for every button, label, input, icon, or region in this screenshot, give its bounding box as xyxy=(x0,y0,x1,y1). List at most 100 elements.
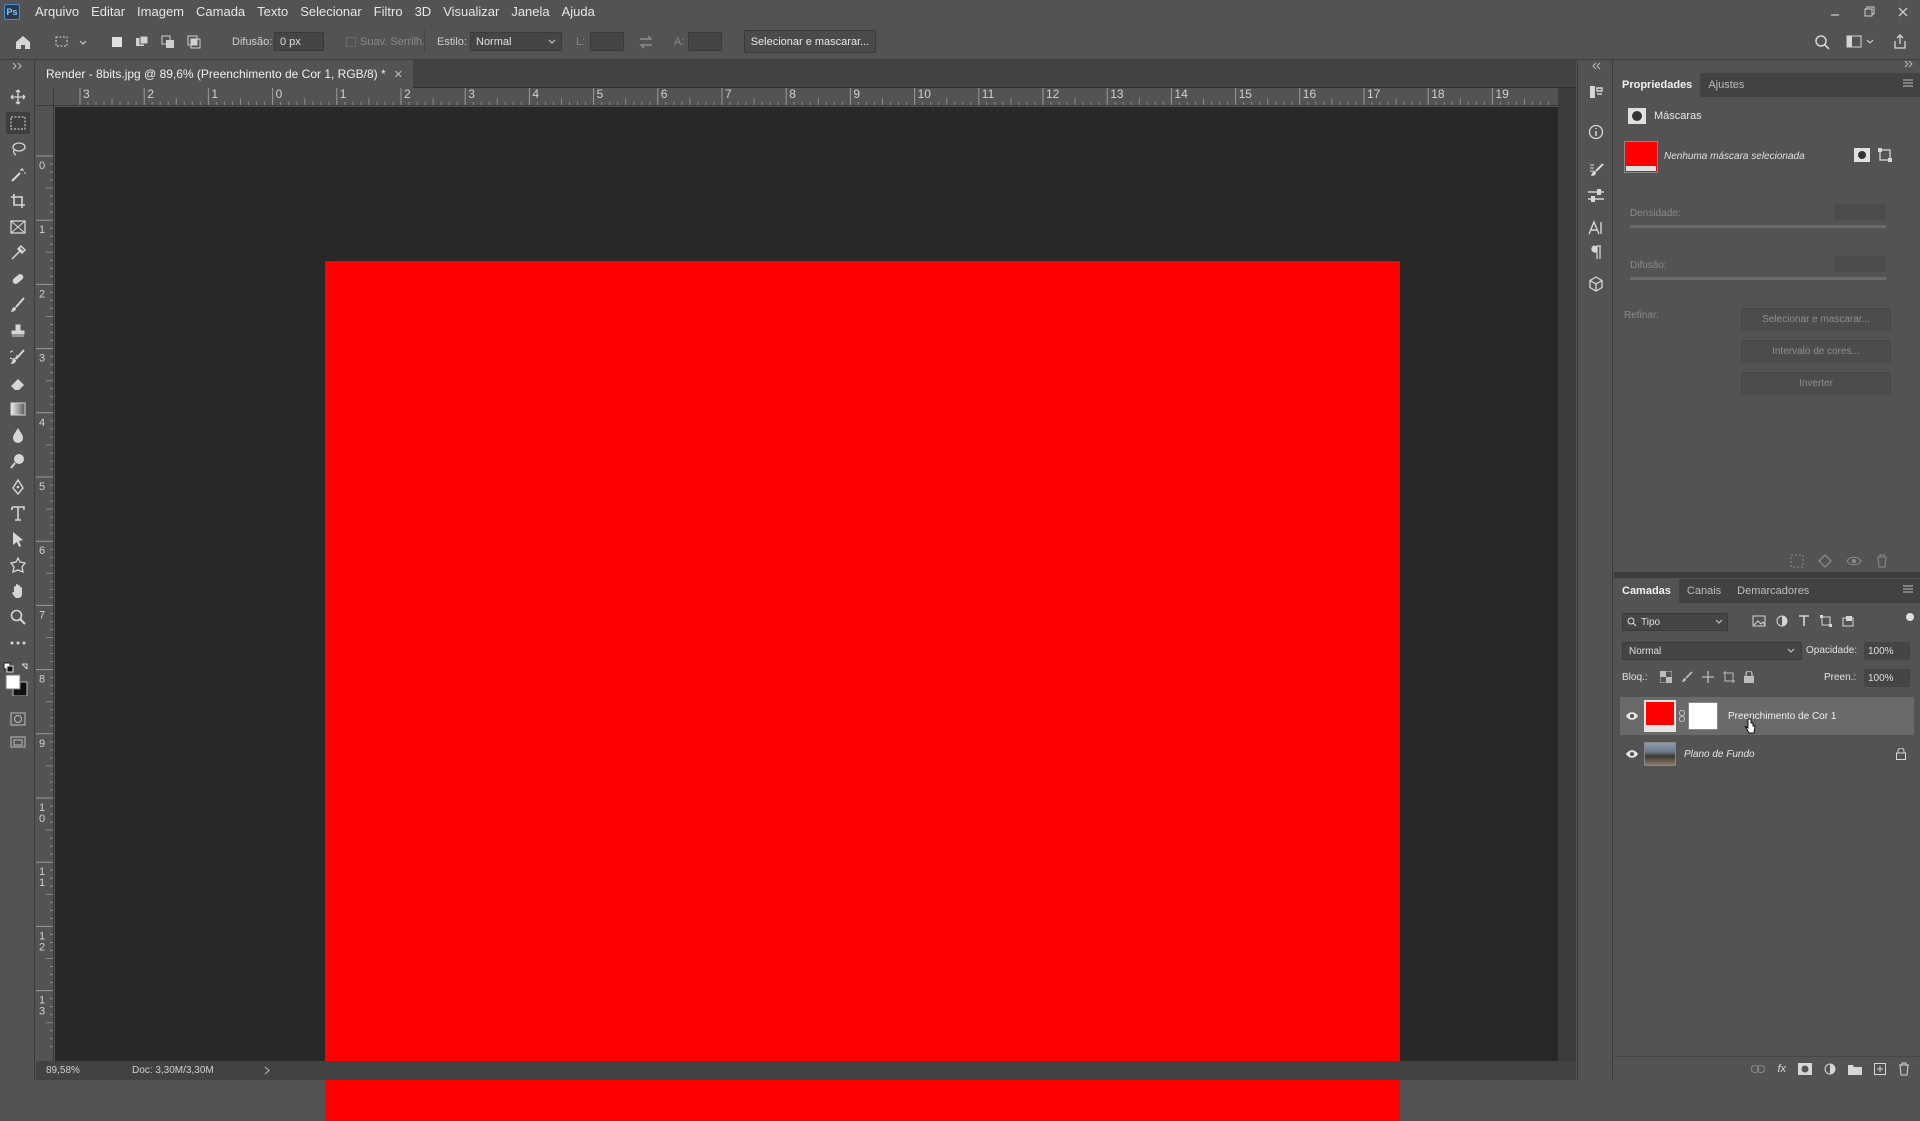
layer-row-background[interactable]: Plano de Fundo xyxy=(1620,735,1914,773)
custom-shape-tool-icon[interactable] xyxy=(6,554,30,576)
menu-imagem[interactable]: Imagem xyxy=(131,0,190,23)
frame-tool-icon[interactable] xyxy=(6,216,30,238)
move-tool-icon[interactable] xyxy=(6,86,30,108)
layer-style-fx-icon[interactable]: fx xyxy=(1777,1063,1786,1075)
lock-transparency-icon[interactable] xyxy=(1660,671,1672,683)
menu-filtro[interactable]: Filtro xyxy=(368,0,409,23)
crop-tool-icon[interactable] xyxy=(6,190,30,212)
swap-icon[interactable] xyxy=(638,23,654,60)
rectangular-marquee-tool-icon[interactable] xyxy=(6,112,30,134)
layer-mask-thumbnail[interactable] xyxy=(1688,702,1718,730)
marquee-preset-icon[interactable] xyxy=(50,23,86,60)
fill-input[interactable]: 100% xyxy=(1864,669,1910,687)
lock-all-icon[interactable] xyxy=(1744,671,1754,683)
3d-icon[interactable] xyxy=(1586,274,1606,294)
clone-stamp-tool-icon[interactable] xyxy=(6,320,30,342)
background-thumbnail[interactable] xyxy=(1644,742,1676,766)
search-icon[interactable] xyxy=(1814,23,1830,60)
new-adjustment-layer-icon[interactable] xyxy=(1824,1063,1836,1075)
density-input[interactable] xyxy=(1834,204,1886,220)
canvas-workspace[interactable] xyxy=(55,107,1558,1121)
zoom-tool-icon[interactable] xyxy=(6,606,30,628)
layer-name[interactable]: Plano de Fundo xyxy=(1684,749,1755,760)
feather-input[interactable]: 0 px xyxy=(274,32,324,51)
menu-selecionar[interactable]: Selecionar xyxy=(294,0,367,23)
panel-divider[interactable] xyxy=(1614,572,1920,578)
layer-row-color-fill[interactable]: Preenchimento de Cor 1 xyxy=(1620,697,1914,735)
menu-camada[interactable]: Camada xyxy=(190,0,251,23)
lock-pixels-icon[interactable] xyxy=(1681,671,1693,683)
new-layer-icon[interactable] xyxy=(1874,1062,1886,1075)
info-icon[interactable] xyxy=(1586,122,1606,142)
blend-mode-select[interactable]: Normal xyxy=(1622,642,1802,660)
ruler-origin[interactable] xyxy=(36,88,54,106)
height-input[interactable] xyxy=(688,32,722,51)
delete-mask-icon[interactable] xyxy=(1876,554,1888,568)
healing-brush-tool-icon[interactable] xyxy=(6,268,30,290)
lock-artboard-icon[interactable] xyxy=(1723,671,1735,683)
document-tab[interactable]: Render - 8bits.jpg @ 89,6% (Preenchiment… xyxy=(36,60,413,88)
workspace-icon[interactable] xyxy=(1846,23,1874,60)
feather-slider[interactable] xyxy=(1630,277,1886,280)
adjustments-icon[interactable] xyxy=(1586,186,1606,206)
apply-mask-icon[interactable] xyxy=(1818,554,1832,568)
hand-tool-icon[interactable] xyxy=(6,580,30,602)
color-fill-thumbnail[interactable] xyxy=(1644,700,1676,732)
filter-toggle[interactable] xyxy=(1906,613,1914,621)
paragraph-icon[interactable] xyxy=(1586,242,1606,262)
layer-filter-select[interactable]: Tipo xyxy=(1622,613,1728,631)
new-group-icon[interactable] xyxy=(1848,1063,1862,1075)
width-input[interactable] xyxy=(590,32,624,51)
load-selection-icon[interactable] xyxy=(1790,554,1804,568)
status-menu-chevron-icon[interactable] xyxy=(264,1066,270,1075)
vertical-scrollbar[interactable] xyxy=(1558,88,1576,1061)
eraser-tool-icon[interactable] xyxy=(6,372,30,394)
feather-prop-input[interactable] xyxy=(1834,256,1886,272)
path-selection-tool-icon[interactable] xyxy=(6,528,30,550)
menu-janela[interactable]: Janela xyxy=(505,0,555,23)
tab-channels[interactable]: Canais xyxy=(1679,579,1729,603)
delete-layer-icon[interactable] xyxy=(1898,1062,1910,1076)
link-layers-icon[interactable] xyxy=(1751,1064,1766,1073)
minimize-icon[interactable] xyxy=(1818,0,1852,23)
toggle-mask-visibility-icon[interactable] xyxy=(1846,554,1862,568)
menu-texto[interactable]: Texto xyxy=(251,0,294,23)
chain-link-icon[interactable] xyxy=(1676,710,1688,722)
blur-tool-icon[interactable] xyxy=(6,424,30,446)
menu-editar[interactable]: Editar xyxy=(85,0,131,23)
restore-icon[interactable] xyxy=(1852,0,1886,23)
character-icon[interactable] xyxy=(1586,218,1606,238)
visibility-eye-icon[interactable] xyxy=(1620,711,1644,721)
visibility-eye-icon[interactable] xyxy=(1620,749,1644,759)
filter-type-icon[interactable] xyxy=(1798,615,1810,627)
panel-menu-icon[interactable] xyxy=(1902,78,1914,90)
filter-shape-icon[interactable] xyxy=(1820,615,1832,627)
filter-pixel-icon[interactable] xyxy=(1752,615,1766,627)
layers-panel-menu-icon[interactable] xyxy=(1902,584,1914,596)
history-icon[interactable] xyxy=(1586,82,1606,102)
horizontal-ruler[interactable]: 3 2 1 0 1 2 3 4 5 6 7 8 9 10 11 12 13 14 15 16 17 18 19 xyxy=(54,88,1572,106)
select-and-mask-button[interactable]: Selecionar e mascarar... xyxy=(744,30,876,53)
document-canvas[interactable] xyxy=(325,261,1400,1121)
select-and-mask-prop-button[interactable]: Selecionar e mascarar... xyxy=(1741,308,1891,330)
zoom-level[interactable]: 89,58% xyxy=(46,1065,116,1076)
close-icon[interactable] xyxy=(1886,0,1920,23)
menu-3d[interactable]: 3D xyxy=(409,0,438,23)
pen-tool-icon[interactable] xyxy=(6,476,30,498)
vertical-ruler[interactable]: 012345678910111213 xyxy=(36,106,54,1061)
menu-ajuda[interactable]: Ajuda xyxy=(556,0,601,23)
gradient-tool-icon[interactable] xyxy=(6,398,30,420)
density-slider[interactable] xyxy=(1630,225,1886,228)
eyedropper-tool-icon[interactable] xyxy=(6,242,30,264)
quick-mask-icon[interactable] xyxy=(6,708,30,730)
home-icon[interactable] xyxy=(14,23,32,60)
antialias-checkbox[interactable] xyxy=(346,36,356,47)
tab-layers[interactable]: Camadas xyxy=(1614,579,1679,603)
close-tab-icon[interactable]: ✕ xyxy=(394,68,403,81)
add-mask-icon[interactable] xyxy=(1798,1062,1812,1075)
brush-settings-icon[interactable] xyxy=(1586,160,1606,180)
share-icon[interactable] xyxy=(1892,23,1908,60)
collapse-toolbar-icon[interactable] xyxy=(6,60,30,72)
screen-mode-icon[interactable] xyxy=(6,732,30,754)
style-select[interactable]: Normal xyxy=(470,32,562,51)
